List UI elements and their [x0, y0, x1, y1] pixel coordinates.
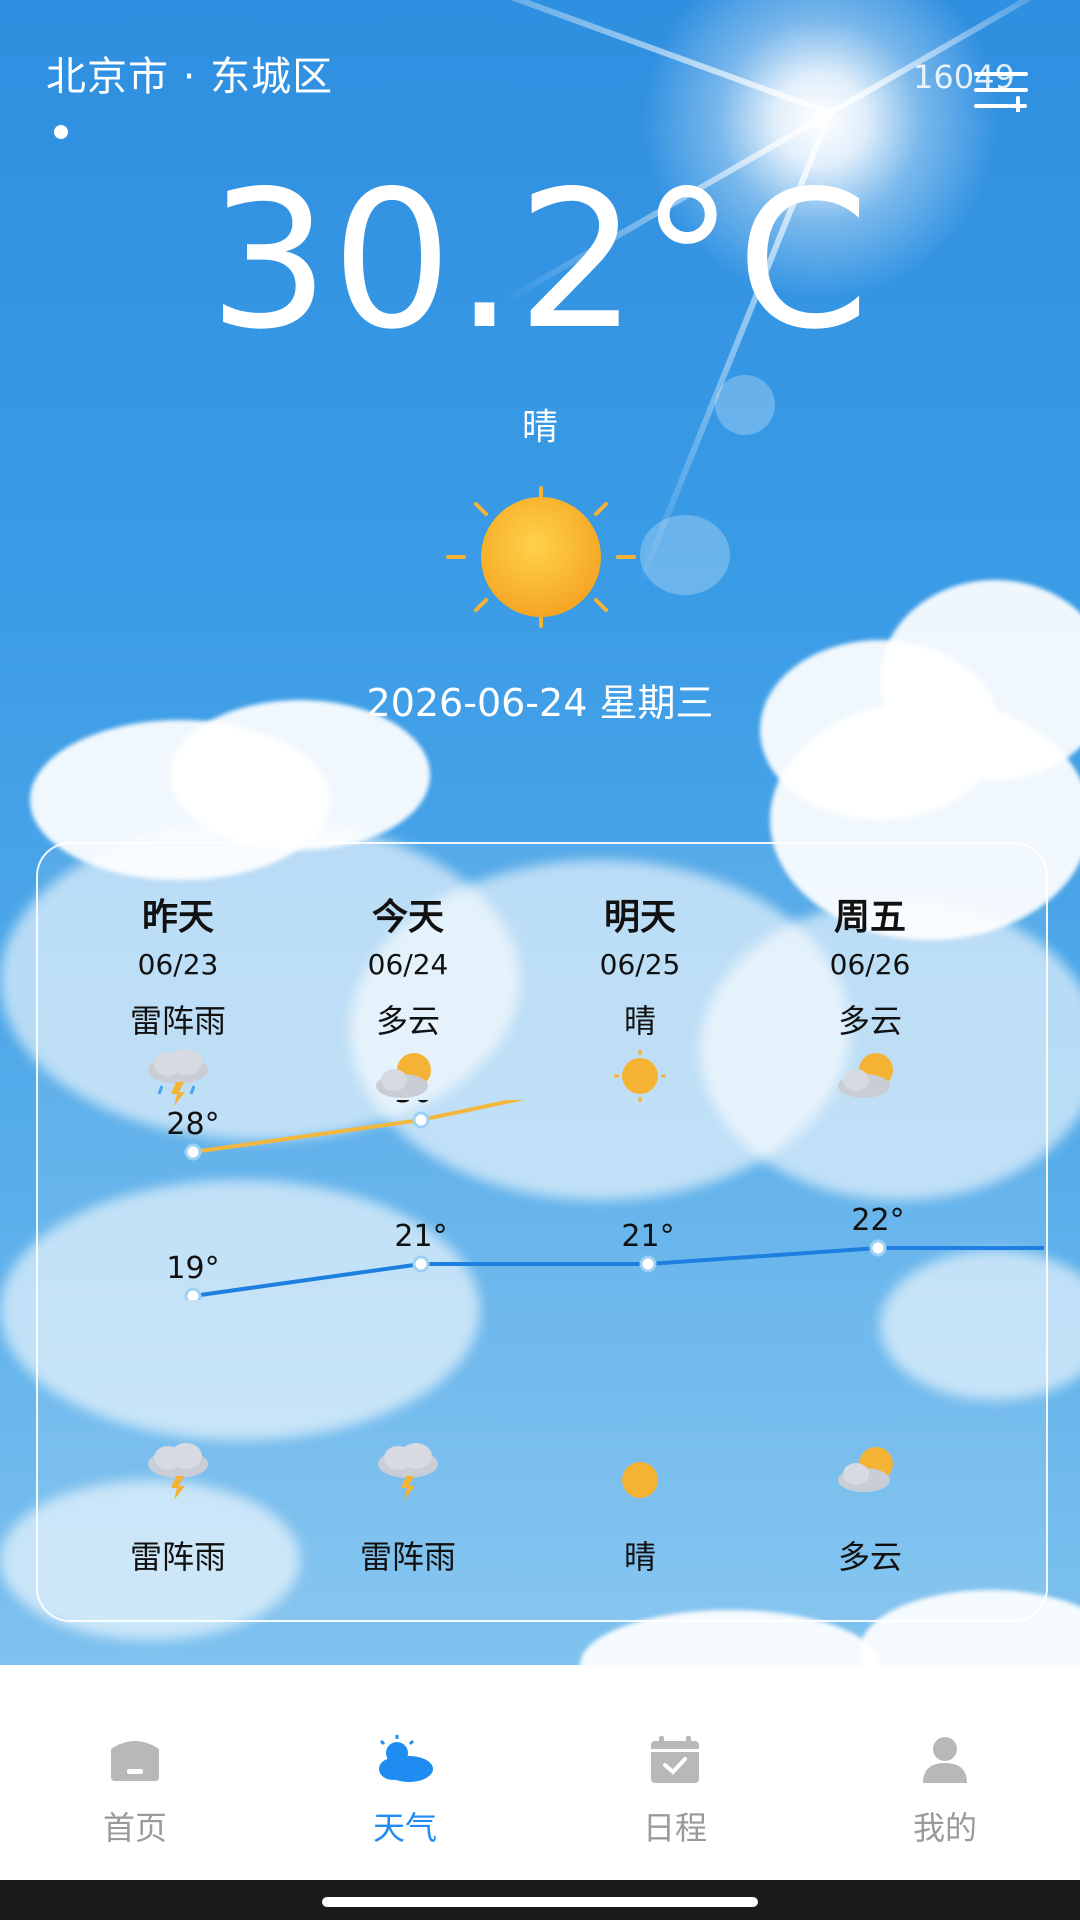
forecast-night-condition: 多云	[837, 1538, 902, 1576]
low-temperature-label: 22°	[851, 1203, 904, 1238]
nav-label-schedule: 日程	[642, 1809, 707, 1847]
lens-flare	[640, 515, 730, 595]
forecast-day-label: 明天	[603, 897, 676, 938]
partly-cloudy-icon	[838, 1053, 893, 1098]
calendar-icon	[651, 1736, 699, 1783]
forecast-day-label: 昨天	[141, 897, 214, 938]
forecast-night-condition: 雷阵雨	[359, 1538, 456, 1576]
nav-label-profile: 我的	[912, 1809, 977, 1847]
nav-label-home: 首页	[102, 1809, 167, 1847]
forecast-day-label: 今天	[371, 897, 444, 938]
sunny-icon	[446, 486, 636, 628]
low-temperature-line	[192, 1246, 1044, 1298]
forecast-date: 06/26	[829, 948, 911, 981]
low-temperature-label: 21°	[394, 1219, 447, 1254]
forecast-night-condition: 雷阵雨	[129, 1538, 226, 1576]
forecast-day-condition: 多云	[375, 1002, 440, 1040]
nav-item-profile[interactable]: 我的	[845, 1735, 1045, 1849]
forecast-date: 06/25	[599, 948, 681, 981]
adjust-icon[interactable]	[972, 68, 1032, 112]
high-temperature-label: 28°	[166, 1107, 219, 1142]
forecast-day-condition: 晴	[623, 1002, 656, 1040]
sunny-icon	[622, 1462, 658, 1498]
forecast-date: 06/23	[137, 948, 219, 981]
low-temperature-point	[639, 1255, 657, 1273]
temperature-trend-chart: 28°30°33°33°19°21°21°22°	[166, 1100, 1044, 1300]
partly-cloudy-icon	[838, 1447, 893, 1492]
forecast-night-condition: 晴	[623, 1538, 656, 1576]
nav-label-weather: 天气	[372, 1809, 437, 1847]
low-temperature-point	[869, 1239, 887, 1257]
current-date: 2026-06-24 星期三	[366, 681, 714, 725]
nav-item-schedule[interactable]: 日程	[575, 1735, 775, 1849]
high-temperature-point	[412, 1111, 430, 1129]
high-temperature-label: 30°	[394, 1100, 447, 1110]
low-temperature-label: 19°	[166, 1251, 219, 1286]
weather-icon	[379, 1735, 433, 1782]
thunderstorm-icon	[378, 1443, 438, 1500]
forecast-day-condition: 雷阵雨	[129, 1002, 226, 1040]
thunderstorm-icon	[148, 1049, 208, 1106]
high-temperature-line	[192, 1100, 526, 1154]
low-temperature-label: 21°	[621, 1219, 674, 1254]
high-temperature-point	[184, 1143, 202, 1161]
forecast-date: 06/24	[367, 948, 449, 981]
home-indicator[interactable]	[322, 1897, 758, 1907]
nav-item-weather[interactable]: 天气	[305, 1735, 505, 1849]
sunny-icon	[614, 1050, 666, 1102]
current-temperature: 30.2°C	[208, 150, 872, 371]
location-title[interactable]: 北京市 · 东城区	[46, 44, 333, 102]
forecast-day-label: 周五	[833, 897, 906, 938]
partly-cloudy-icon	[376, 1053, 431, 1098]
home-icon	[111, 1741, 159, 1781]
low-temperature-point	[184, 1287, 202, 1300]
nav-item-home[interactable]: 首页	[35, 1735, 235, 1849]
location-indicator-dot	[54, 125, 68, 139]
profile-icon	[923, 1737, 967, 1783]
thunderstorm-icon	[148, 1443, 208, 1500]
current-condition: 晴	[521, 407, 558, 448]
low-temperature-point	[412, 1255, 430, 1273]
forecast-day-condition: 多云	[837, 1002, 902, 1040]
